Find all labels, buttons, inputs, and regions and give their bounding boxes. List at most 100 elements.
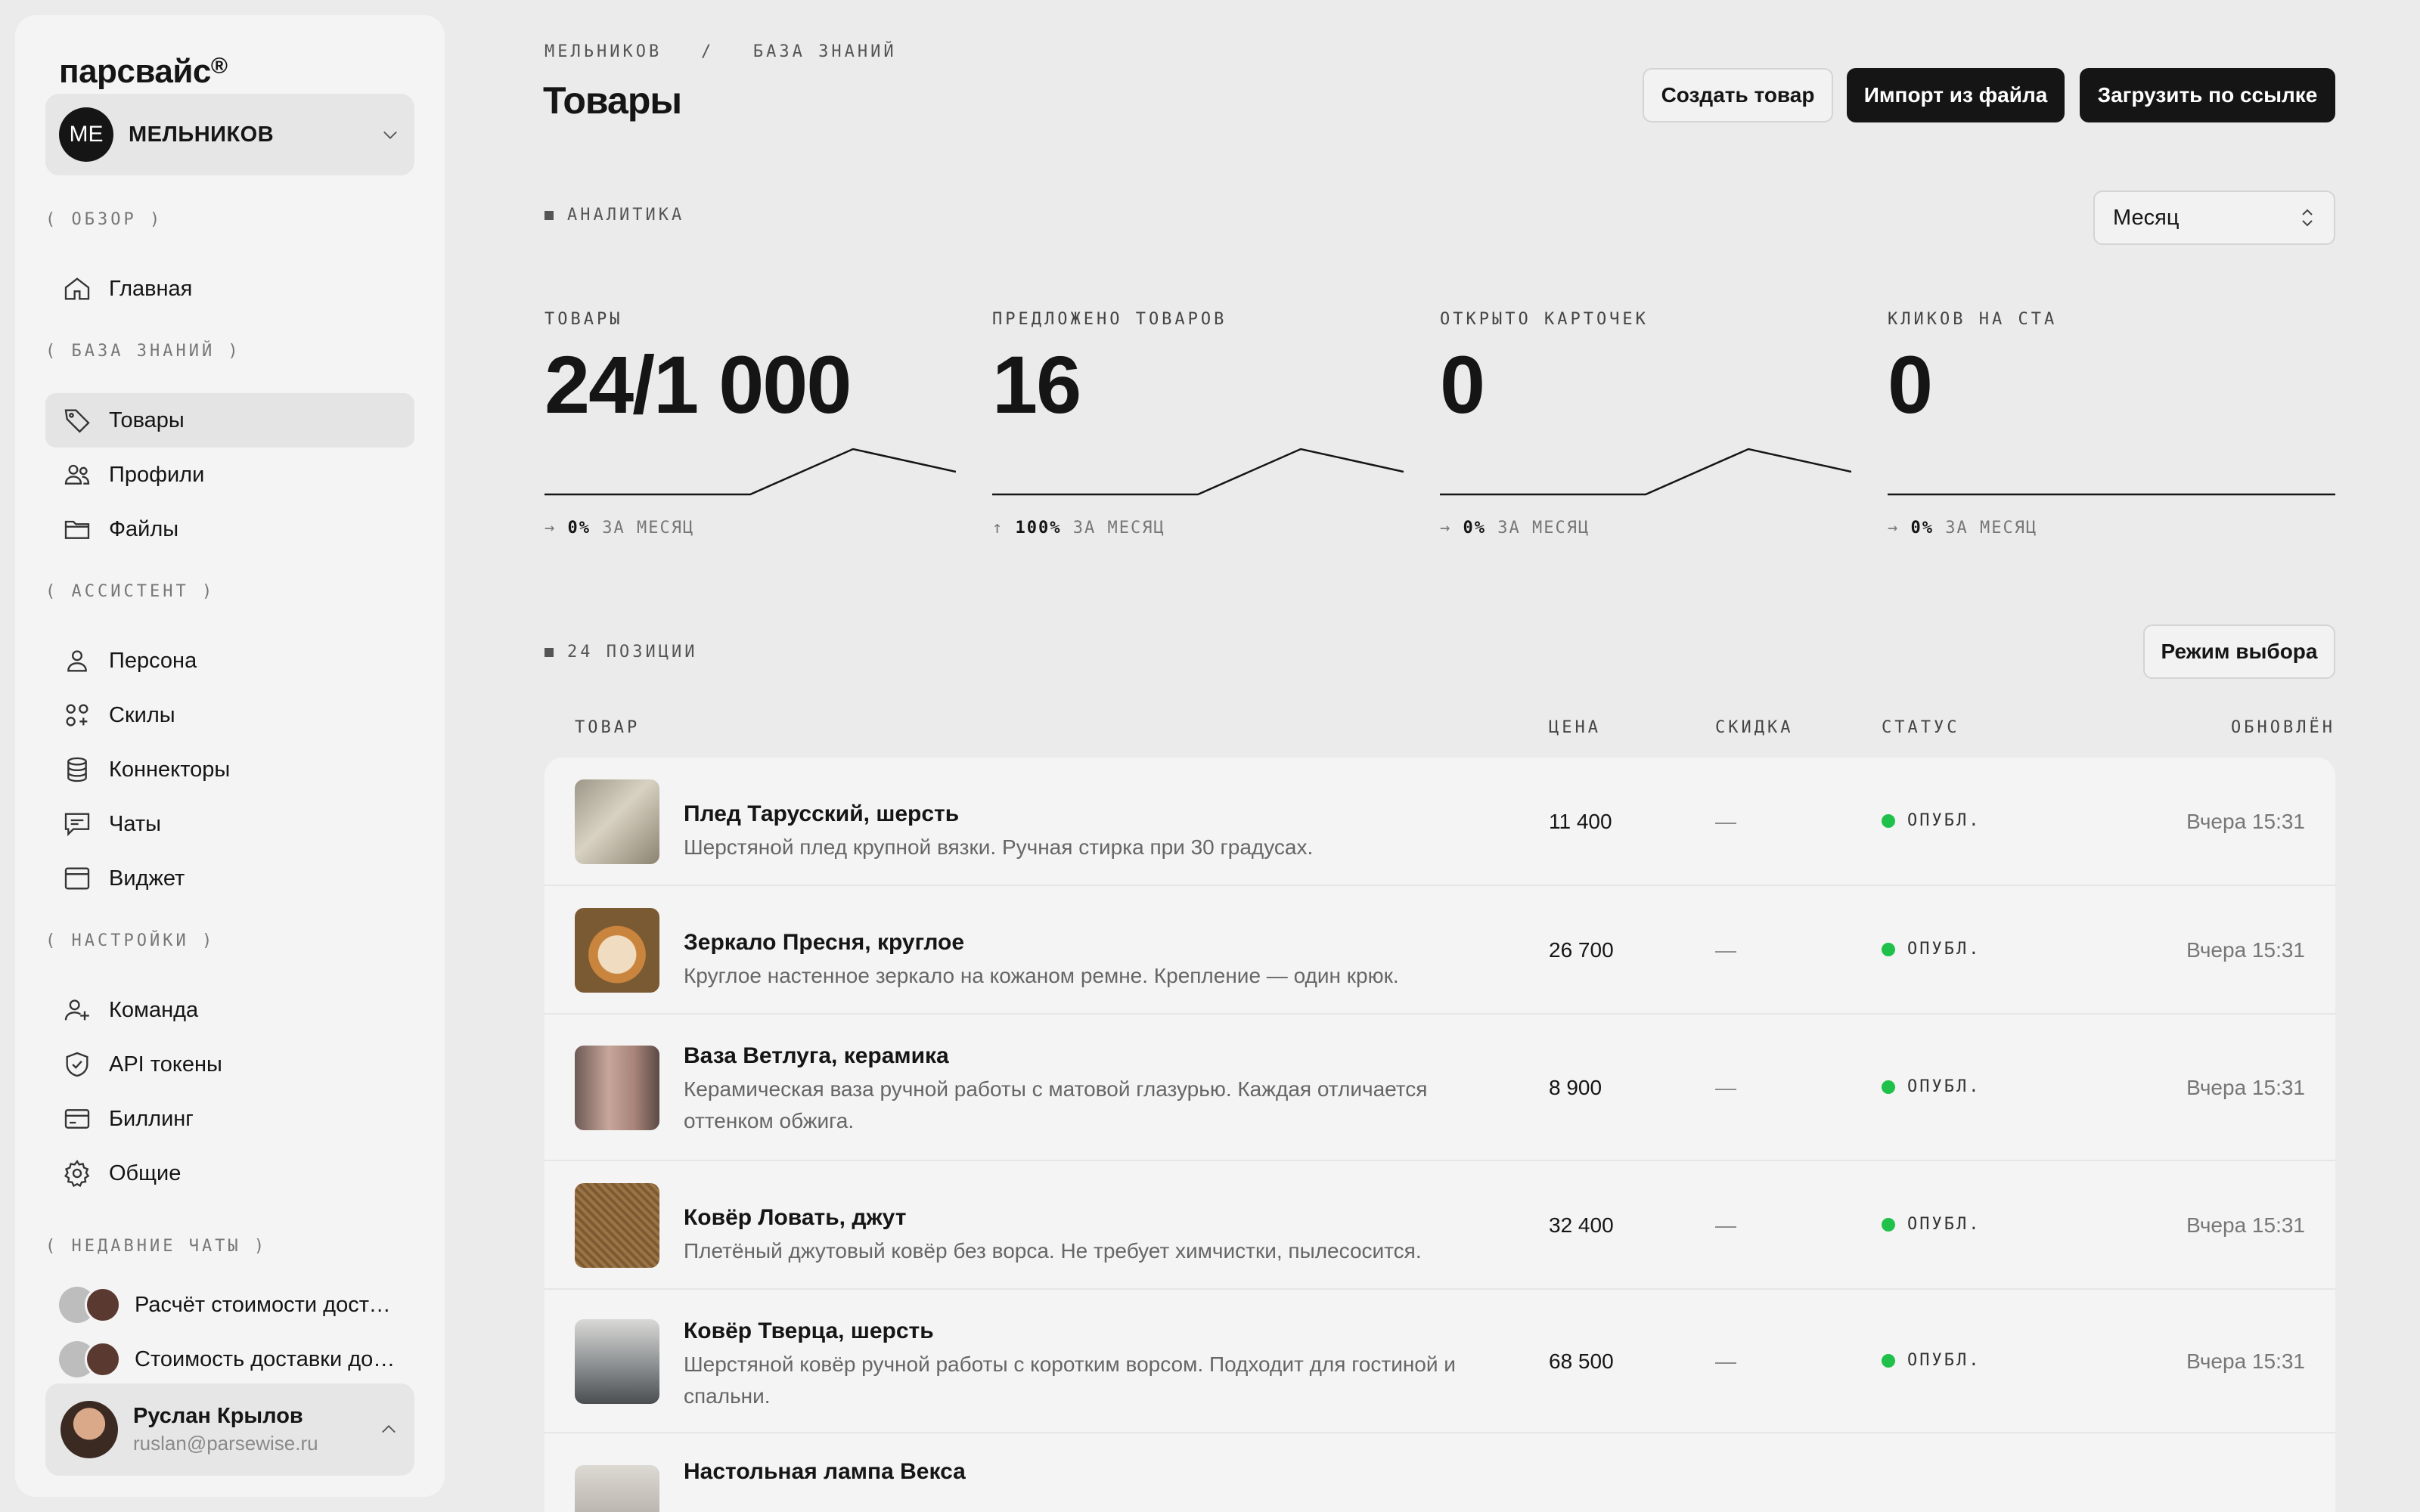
workspace-name: МЕЛЬНИКОВ — [129, 122, 275, 147]
product-thumbnail — [575, 779, 659, 864]
nav-section-recent-chats: ( НЕДАВНИЕ ЧАТЫ ) — [45, 1237, 268, 1256]
metric-card: КЛИКОВ НА CTA 0 → 0% ЗА МЕСЯЦ — [1888, 310, 2335, 538]
product-price: 26 700 — [1549, 938, 1614, 962]
sparkline-path — [992, 448, 1404, 496]
product-description: Круглое настенное зеркало на кожаном рем… — [684, 964, 1399, 987]
product-discount: — — [1715, 1213, 1736, 1237]
product-description: Плетёный джутовый ковёр без ворса. Не тр… — [684, 1239, 1422, 1263]
create-product-button[interactable]: Создать товар — [1643, 68, 1833, 122]
load-by-url-button[interactable]: Загрузить по ссылке — [2080, 68, 2335, 122]
sidebar-item-team[interactable]: Команда — [45, 983, 414, 1037]
status-badge: ОПУБЛ. — [1882, 940, 1981, 959]
product-discount: — — [1715, 938, 1736, 962]
trend-arrow-icon: → — [1888, 519, 1900, 538]
product-updated: Вчера 15:31 — [2186, 1349, 2305, 1373]
sidebar-item-api-tokens[interactable]: API токены — [45, 1037, 414, 1092]
status-badge: ОПУБЛ. — [1882, 811, 1981, 830]
sidebar-item-connectors[interactable]: Коннекторы — [45, 742, 414, 797]
metric-value: 0 — [1440, 339, 1485, 430]
sparkline-path — [544, 448, 956, 496]
trend-arrow-icon: → — [1440, 519, 1452, 538]
product-description: Керамическая ваза ручной работы с матово… — [684, 1077, 1428, 1132]
product-thumbnail — [575, 908, 659, 993]
metric-value: 0 — [1888, 339, 1933, 430]
table-row[interactable]: Плед Тарусский, шерсть Шерстяной плед кру… — [544, 758, 2335, 886]
status-dot-icon — [1882, 942, 1895, 956]
period-select[interactable]: Месяц — [2093, 191, 2335, 245]
recent-chat-item[interactable]: Расчёт стоимости доставки — [45, 1278, 414, 1332]
product-discount: — — [1715, 810, 1736, 833]
window-icon — [64, 867, 90, 890]
sidebar-item-skills[interactable]: Скилы — [45, 688, 414, 742]
sidebar-item-home[interactable]: Главная — [45, 262, 414, 316]
sidebar-item-chats[interactable]: Чаты — [45, 797, 414, 851]
app-logo[interactable]: парсвайс® — [59, 53, 228, 91]
users-icon — [64, 464, 90, 485]
sidebar-item-label: Профили — [109, 462, 205, 487]
nav-section-knowledge: ( БАЗА ЗНАНИЙ ) — [45, 342, 241, 361]
import-file-button[interactable]: Импорт из файла — [1847, 68, 2065, 122]
sidebar-item-persona[interactable]: Персона — [45, 634, 414, 688]
page-title: Товары — [543, 79, 682, 122]
sidebar-item-products[interactable]: Товары — [45, 393, 414, 448]
status-dot-icon — [1882, 1080, 1895, 1094]
table-row[interactable]: Ваза Ветлуга, керамика Керамическая ваза … — [544, 1015, 2335, 1161]
metric-change-period: ЗА МЕСЯЦ — [1945, 519, 2038, 538]
product-thumbnail — [575, 1183, 659, 1268]
product-price: 11 400 — [1549, 810, 1612, 833]
column-header-updated[interactable]: ОБНОВЛЁН — [2231, 718, 2335, 737]
home-icon — [64, 277, 90, 300]
trend-arrow-icon: → — [544, 519, 557, 538]
metric-change: ↑ 100% ЗА МЕСЯЦ — [992, 519, 1165, 538]
table-row[interactable]: Ковёр Ловать, джут Плетёный джутовый ковё… — [544, 1161, 2335, 1290]
metric-change-value: 0% — [1463, 519, 1486, 538]
metric-label: КЛИКОВ НА CTA — [1888, 310, 2058, 329]
metric-label: ТОВАРЫ — [544, 310, 623, 329]
table-row[interactable]: Ковёр Тверца, шерсть Шерстяной ковёр ручн… — [544, 1290, 2335, 1433]
status-dot-icon — [1882, 813, 1895, 828]
user-name: Руслан Крылов — [133, 1404, 303, 1428]
chat-icon — [64, 813, 90, 837]
metric-change-period: ЗА МЕСЯЦ — [1072, 519, 1165, 538]
nav-section-overview: ( ОБЗОР ) — [45, 210, 163, 229]
recent-chat-item[interactable]: Стоимость доставки до склада — [45, 1332, 414, 1387]
folder-icon — [64, 520, 90, 539]
sidebar-item-label: Биллинг — [109, 1106, 194, 1131]
table-row[interactable]: Зеркало Пресня, круглое Круглое настенное… — [544, 886, 2335, 1015]
product-updated: Вчера 15:31 — [2186, 810, 2305, 833]
column-header-status[interactable]: СТАТУС — [1882, 718, 1959, 737]
chevron-up-icon — [382, 1425, 396, 1433]
database-icon — [67, 757, 87, 782]
recent-chat-title: Расчёт стоимости доставки — [135, 1292, 399, 1317]
sidebar-item-general[interactable]: Общие — [45, 1146, 414, 1201]
column-header-product[interactable]: ТОВАР — [575, 718, 640, 737]
metric-change: → 0% ЗА МЕСЯЦ — [1888, 519, 2037, 538]
workspace-switcher[interactable]: МЕ МЕЛЬНИКОВ — [45, 94, 414, 175]
period-select-value: Месяц — [2113, 205, 2180, 230]
column-header-price[interactable]: ЦЕНА — [1549, 718, 1601, 737]
nav-section-assistant: ( АССИСТЕНТ ) — [45, 582, 216, 601]
sidebar-item-profiles[interactable]: Профили — [45, 448, 414, 502]
person-icon — [67, 650, 87, 672]
tag-icon — [64, 409, 90, 433]
product-discount: — — [1715, 1076, 1736, 1099]
table-row[interactable]: Настольная лампа Векса — [544, 1433, 2335, 1512]
status-badge: ОПУБЛ. — [1882, 1215, 1981, 1234]
sidebar-item-label: Общие — [109, 1160, 182, 1185]
sidebar-item-billing[interactable]: Биллинг — [45, 1092, 414, 1146]
chat-participants-avatars — [59, 1341, 123, 1377]
breadcrumb[interactable]: МЕЛЬНИКОВ / БАЗА ЗНАНИЙ — [544, 42, 897, 61]
metric-value: 24/1 000 — [544, 339, 852, 430]
select-arrows-icon — [2302, 209, 2313, 227]
product-discount: — — [1715, 1349, 1736, 1373]
status-dot-icon — [1882, 1217, 1895, 1232]
sidebar-item-files[interactable]: Файлы — [45, 502, 414, 556]
user-menu[interactable]: Руслан Крылов ruslan@parsewise.ru — [45, 1383, 414, 1476]
sidebar-item-widget[interactable]: Виджет — [45, 851, 414, 906]
product-updated: Вчера 15:31 — [2186, 938, 2305, 962]
metric-card: ОТКРЫТО КАРТОЧЕК 0 → 0% ЗА МЕСЯЦ — [1440, 310, 1863, 538]
metric-change: → 0% ЗА МЕСЯЦ — [1440, 519, 1590, 538]
column-header-discount[interactable]: СКИДКА — [1715, 718, 1793, 737]
status-dot-icon — [1882, 1353, 1895, 1368]
select-mode-button[interactable]: Режим выбора — [2143, 624, 2335, 679]
